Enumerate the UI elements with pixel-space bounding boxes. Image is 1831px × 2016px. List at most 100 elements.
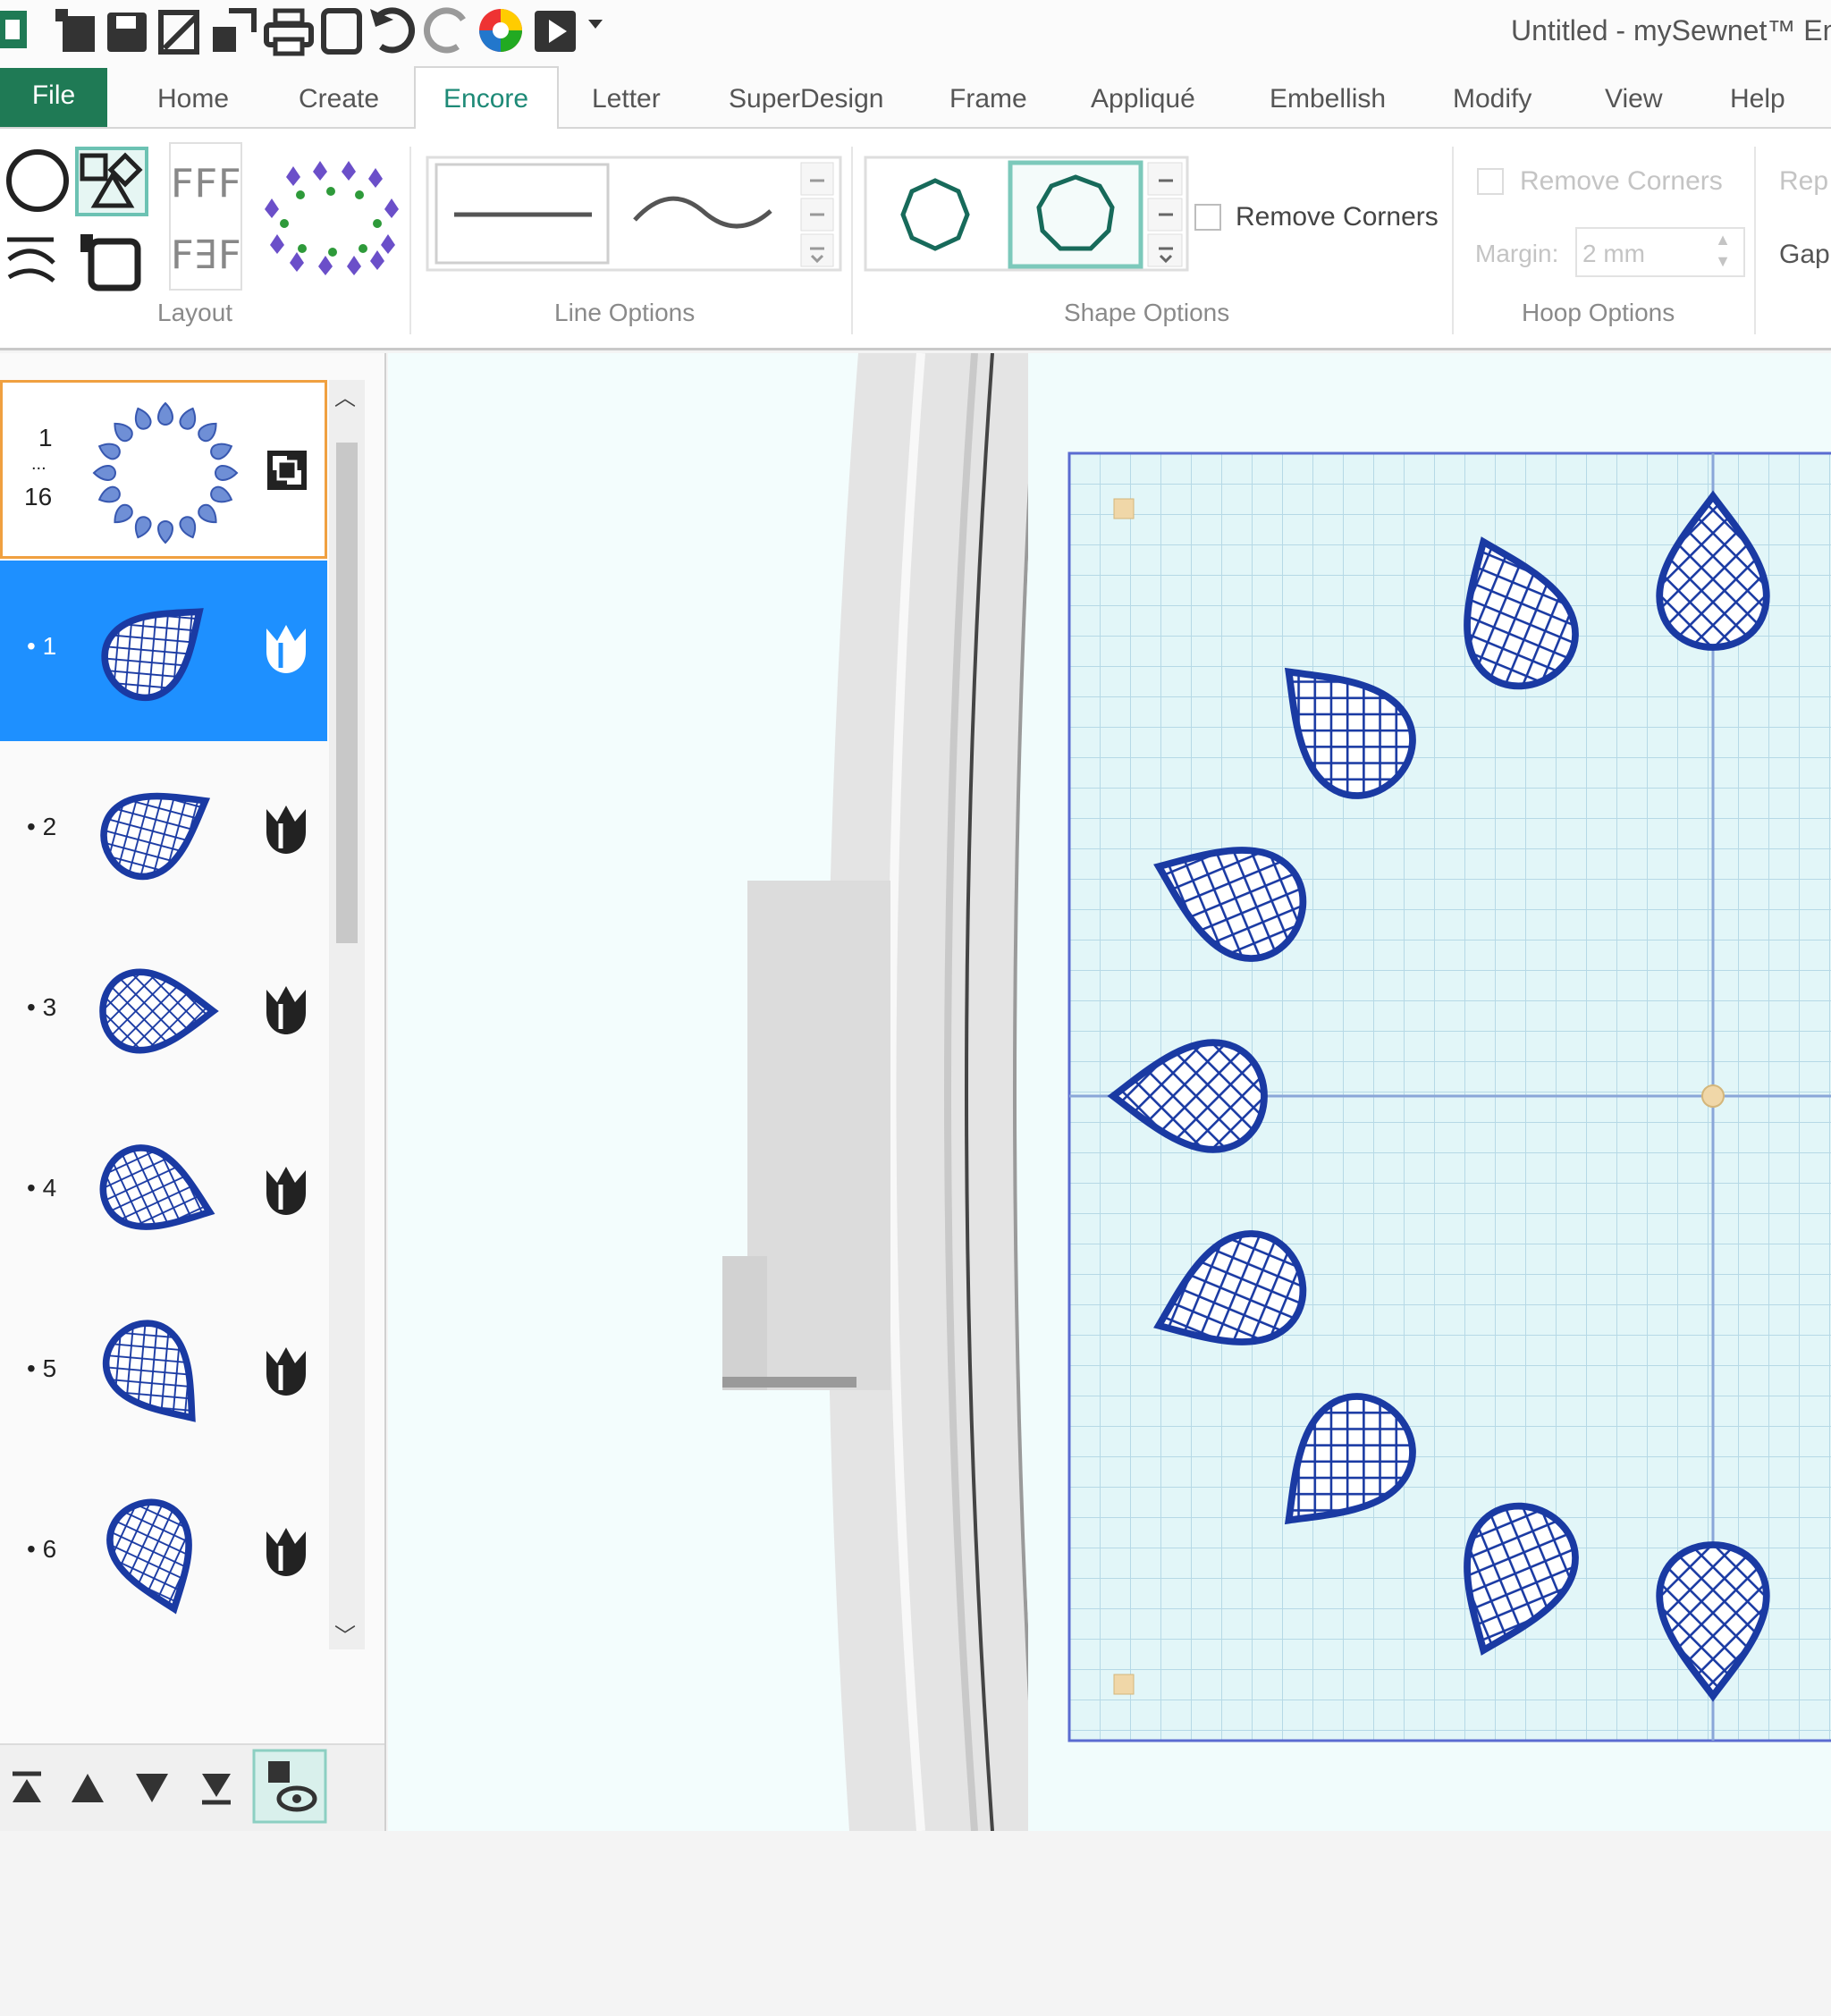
tab-help[interactable]: Help xyxy=(1730,84,1785,114)
tab-embellish[interactable]: Embellish xyxy=(1270,84,1386,114)
gallery-expand[interactable] xyxy=(800,233,834,267)
applique-tulip-icon[interactable] xyxy=(261,983,311,1036)
ring-drop xyxy=(210,443,233,460)
move-to-bottom-icon[interactable] xyxy=(190,1761,243,1815)
tulip-shape xyxy=(266,1528,306,1576)
tulip-shape xyxy=(266,1347,306,1396)
teardrop-shape xyxy=(99,1144,215,1230)
teardrop-thumbnail xyxy=(100,792,211,881)
hoop-remove-corners-label: Remove Corners xyxy=(1520,166,1723,196)
shape-gallery-down[interactable] xyxy=(1147,198,1183,232)
layer-row[interactable]: • 2 xyxy=(0,741,327,922)
tulip-shape xyxy=(266,986,306,1034)
color-wheel-icon[interactable] xyxy=(479,9,522,52)
move-up-icon[interactable] xyxy=(61,1761,114,1815)
teardrop-shape xyxy=(102,1320,196,1422)
layer-number: • 5 xyxy=(27,1354,57,1382)
ungroup-icon[interactable] xyxy=(266,449,308,492)
hoop-remove-corners-checkbox[interactable] xyxy=(1477,168,1504,195)
ring-drop xyxy=(114,503,133,524)
applique-tulip-icon[interactable] xyxy=(261,802,311,856)
hoop-workspace xyxy=(722,353,1831,1831)
gallery-scroll-up[interactable] xyxy=(800,162,834,196)
teardrop-shape xyxy=(99,968,219,1054)
gallery-scroll-down[interactable] xyxy=(800,198,834,232)
line-options-label: Line Options xyxy=(554,299,696,326)
layer-row[interactable]: • 1 xyxy=(0,561,327,741)
spin-down-icon[interactable]: ▼ xyxy=(1715,252,1731,271)
ring-drop xyxy=(179,516,197,539)
layer-number: • 1 xyxy=(27,632,57,660)
tab-encore[interactable]: Encore xyxy=(443,84,528,114)
layer-row[interactable]: • 4 xyxy=(0,1102,327,1283)
frame-icon[interactable] xyxy=(321,8,362,55)
move-to-top-icon[interactable] xyxy=(0,1761,54,1815)
layer-row[interactable]: • 3 xyxy=(0,922,327,1102)
layout-shape-buttons xyxy=(6,147,148,291)
margin-value: 2 mm xyxy=(1582,240,1645,267)
shape-gallery-expand[interactable] xyxy=(1147,233,1183,267)
tab-view[interactable]: View xyxy=(1605,84,1662,114)
ring-drop xyxy=(210,485,233,503)
tab-superdesign[interactable]: SuperDesign xyxy=(729,84,883,114)
dropdown-icon[interactable] xyxy=(588,20,603,29)
teardrop-shape xyxy=(100,792,211,881)
hoop-layout-button[interactable] xyxy=(80,234,141,291)
tab-applique[interactable]: Appliqué xyxy=(1091,84,1195,114)
applique-tulip-icon[interactable] xyxy=(261,1163,311,1217)
repeat-label: Rep xyxy=(1779,166,1829,196)
remove-corners-checkbox[interactable] xyxy=(1194,204,1221,231)
redo-icon[interactable] xyxy=(424,7,466,54)
layers-panel: 1 ... 16 • 1 • 2 • 3 • 4 • 5 • 6 ︿ ﹀ xyxy=(0,353,386,1831)
design-canvas[interactable] xyxy=(388,353,1831,1831)
shapes-layout-button[interactable] xyxy=(75,147,148,216)
margin-spinbox[interactable]: 2 mm ▲ ▼ xyxy=(1575,227,1745,277)
show-hide-icon[interactable] xyxy=(252,1749,327,1824)
text-layout-2-icon: F∃F xyxy=(170,232,240,278)
tab-home[interactable]: Home xyxy=(157,84,229,114)
tab-modify[interactable]: Modify xyxy=(1453,84,1531,114)
teardrop-shape xyxy=(106,1498,192,1615)
scroll-thumb[interactable] xyxy=(336,443,358,943)
group-separator xyxy=(851,147,853,334)
applique-tulip-icon[interactable] xyxy=(261,1524,311,1578)
tab-file[interactable]: File xyxy=(0,68,107,127)
scroll-down-icon[interactable]: ﹀ xyxy=(334,1618,356,1649)
tab-create[interactable]: Create xyxy=(299,84,379,114)
flower-wreath-icon[interactable] xyxy=(259,159,402,279)
circle-layout-button[interactable] xyxy=(6,149,69,212)
text-layout-buttons[interactable]: FFF F∃F xyxy=(168,141,245,293)
spin-up-icon[interactable]: ▲ xyxy=(1715,231,1731,249)
tulip-shape xyxy=(266,806,306,854)
line-layout-button[interactable] xyxy=(7,237,55,283)
new-icon[interactable] xyxy=(55,9,95,52)
group-separator xyxy=(409,147,411,334)
move-down-icon[interactable] xyxy=(125,1761,179,1815)
undo-icon[interactable] xyxy=(370,7,415,54)
layer-row[interactable]: • 5 xyxy=(0,1283,327,1463)
layer-group-row[interactable]: 1 ... 16 xyxy=(0,380,327,559)
print-icon[interactable] xyxy=(264,8,314,56)
tulip-shape xyxy=(266,1167,306,1215)
layer-scrollbar[interactable]: ︿ ﹀ xyxy=(329,380,365,1649)
group-separator xyxy=(1452,147,1454,334)
save-as-icon[interactable] xyxy=(158,10,199,55)
layout-group-label: Layout xyxy=(157,299,233,326)
scroll-up-icon[interactable]: ︿ xyxy=(334,380,356,411)
applique-tulip-icon[interactable] xyxy=(261,621,311,675)
save-icon[interactable] xyxy=(107,13,147,52)
tab-frame[interactable]: Frame xyxy=(949,84,1027,114)
quick-access-icons xyxy=(0,7,603,56)
shape-gallery-up[interactable] xyxy=(1147,162,1183,196)
app-icon[interactable] xyxy=(0,11,27,48)
applique-tulip-icon[interactable] xyxy=(261,1344,311,1397)
layer-number: • 3 xyxy=(27,993,57,1021)
export-icon[interactable] xyxy=(213,8,257,52)
nonagon-shape-option-selected[interactable] xyxy=(1008,160,1143,269)
layer-row[interactable]: • 6 xyxy=(0,1463,327,1644)
tab-letter[interactable]: Letter xyxy=(592,84,661,114)
ring-drop xyxy=(92,464,117,482)
text-layout-1-icon: FFF xyxy=(170,161,240,207)
straight-line-option[interactable] xyxy=(435,163,610,265)
play-icon[interactable] xyxy=(535,11,576,52)
